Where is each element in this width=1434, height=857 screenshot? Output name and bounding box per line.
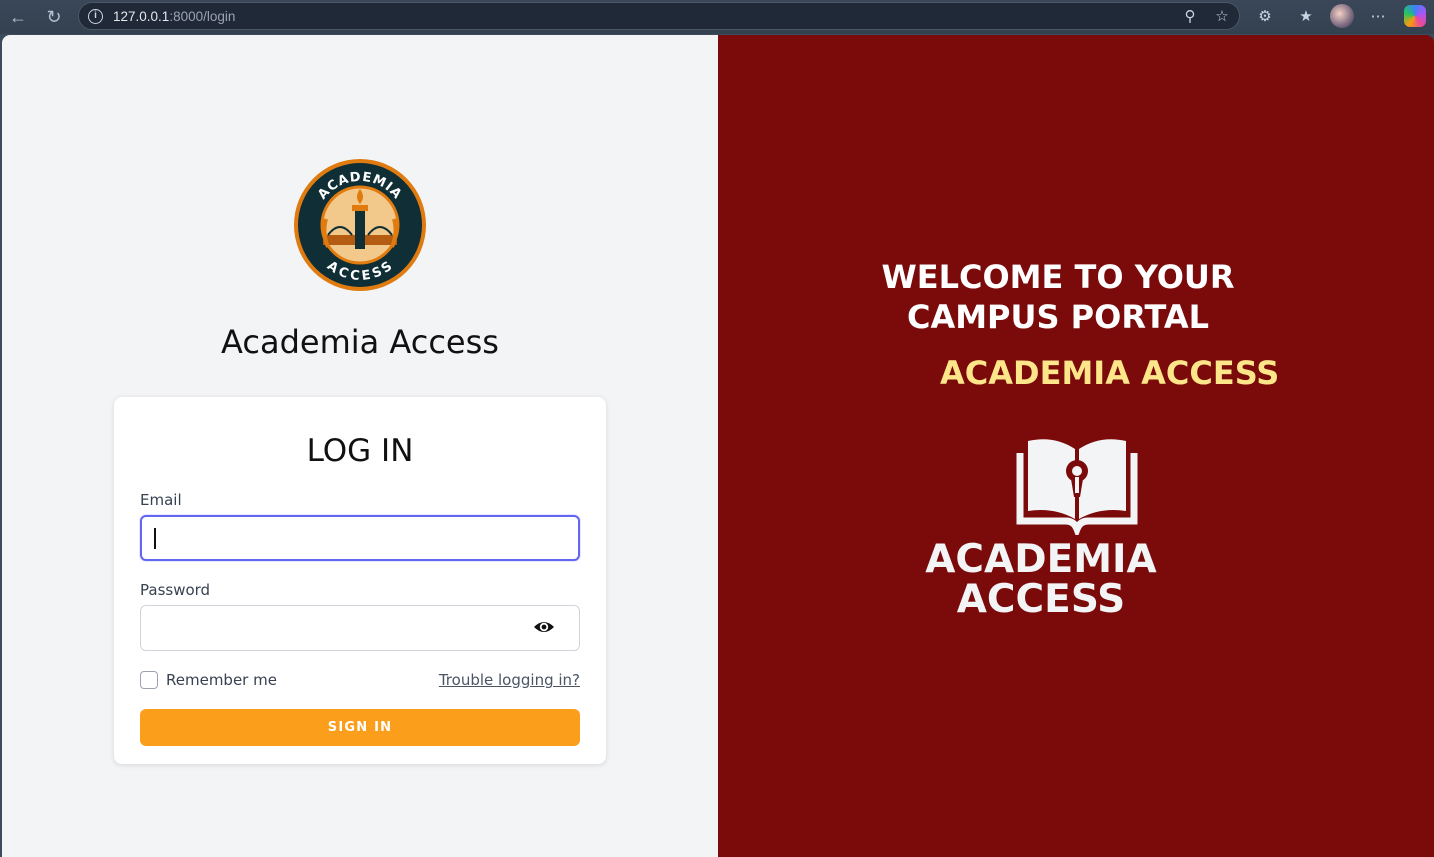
brand-title: ACADEMIA ACCESS [940,354,1280,392]
open-book-keyhole-icon [1016,439,1138,535]
address-bar[interactable]: i 127.0.0.1:8000/login [78,2,1240,30]
remember-me-label[interactable]: Remember me [166,671,277,689]
academia-seal-logo: ACADEMIA ACCESS [294,159,426,291]
login-panel: ACADEMIA ACCESS Academia Access LOG IN E… [2,35,718,857]
browser-toolbar: ← ↻ i 127.0.0.1:8000/login ⚲ ☆ ⚙ ★ ⋯ [0,0,1434,34]
trouble-logging-in-link[interactable]: Trouble logging in? [439,671,580,689]
extensions-icon[interactable]: ⚙ [1254,5,1276,27]
login-card: LOG IN Email Password Remember me Troubl… [114,397,606,764]
logo-line-1: ACADEMIA [925,537,1157,582]
favorites-icon[interactable]: ★ [1295,5,1317,27]
url-text: 127.0.0.1:8000/login [113,9,236,24]
favorite-star-icon[interactable]: ☆ [1211,5,1233,27]
welcome-heading: WELCOME TO YOUR CAMPUS PORTAL [718,257,1434,337]
show-password-eye-icon[interactable] [533,616,555,638]
password-label: Password [140,581,211,599]
welcome-panel: WELCOME TO YOUR CAMPUS PORTAL ACADEMIA A… [718,35,1434,857]
password-field[interactable] [140,605,580,651]
email-label: Email [140,491,182,509]
logo-line-2: ACCESS [956,577,1126,622]
app-name-heading: Academia Access [221,323,499,361]
reload-icon[interactable]: ↻ [41,4,67,30]
page: ACADEMIA ACCESS Academia Access LOG IN E… [2,35,1434,857]
more-menu-icon[interactable]: ⋯ [1367,5,1389,27]
profile-avatar[interactable] [1330,4,1354,28]
text-caret [154,528,156,549]
copilot-icon[interactable] [1404,5,1426,27]
remember-me-checkbox[interactable] [140,671,158,689]
welcome-line-1: WELCOME TO YOUR [881,258,1235,296]
zoom-icon[interactable]: ⚲ [1179,5,1201,27]
logo-wordmark: ACADEMIA ACCESS [718,540,1434,620]
login-title: LOG IN [306,433,414,469]
sign-in-button[interactable]: SIGN IN [140,709,580,746]
email-field[interactable] [140,515,580,561]
back-icon[interactable]: ← [5,4,31,30]
site-info-icon[interactable]: i [88,9,103,24]
welcome-line-2: CAMPUS PORTAL [906,298,1210,336]
